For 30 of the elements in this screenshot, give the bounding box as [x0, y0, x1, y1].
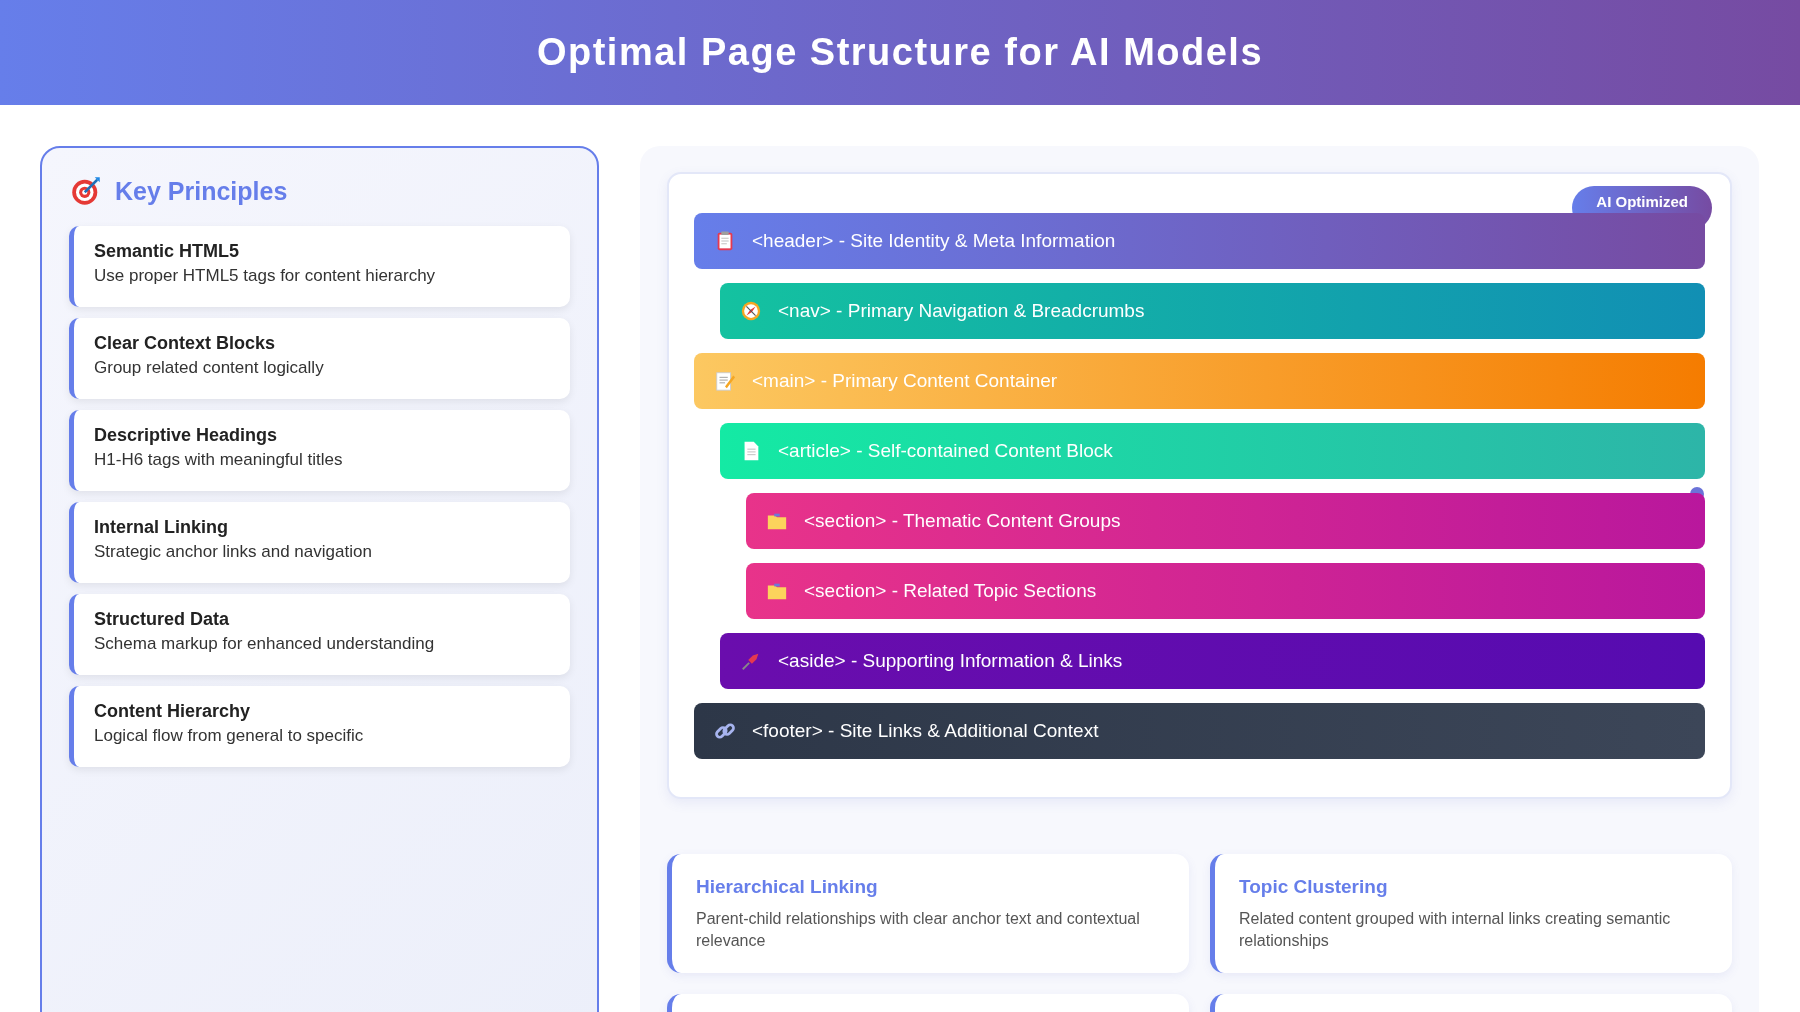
card-title: Hierarchical Linking — [696, 876, 879, 898]
card-text: Related content grouped with internal links creating semantic relationships — [1239, 909, 1672, 952]
principle-title: Semantic HTML5 — [94, 241, 241, 262]
principle-description: Logical flow from general to specific — [94, 726, 365, 746]
bar-label: <main> - Primary Content Container — [752, 370, 1058, 392]
memo-icon — [714, 370, 736, 392]
target-icon — [71, 176, 101, 206]
principle-title: Structured Data — [94, 609, 231, 630]
bar-label: <aside> - Supporting Information & Links — [778, 650, 1123, 672]
principle-title: Content Hierarchy — [94, 701, 252, 722]
bar-label: <nav> - Primary Navigation & Breadcrumbs — [778, 300, 1145, 322]
link-icon — [714, 720, 736, 742]
principle-title: Descriptive Headings — [94, 425, 279, 446]
principle-description: Group related content logically — [94, 358, 325, 378]
principle-description: H1-H6 tags with meaningful titles — [94, 450, 344, 470]
compass-icon — [740, 300, 762, 322]
bar-label: <section> - Related Topic Sections — [804, 580, 1097, 602]
principle-description: Strategic anchor links and navigation — [94, 542, 373, 562]
principle-title: Internal Linking — [94, 517, 229, 538]
principle-description: Schema markup for enhanced understanding — [94, 634, 436, 654]
bar-label: <footer> - Site Links & Additional Context — [752, 720, 1099, 742]
bar-label: <header> - Site Identity & Meta Information — [752, 230, 1116, 252]
principle-title: Clear Context Blocks — [94, 333, 277, 354]
bar-label: <article> - Self-contained Content Block — [778, 440, 1113, 462]
card-title: Topic Clustering — [1239, 876, 1389, 898]
panel-heading: Key Principles — [115, 176, 288, 206]
principle-description: Use proper HTML5 tags for content hierarchy — [94, 266, 437, 286]
page-title: Optimal Page Structure for AI Models — [536, 31, 1264, 74]
bar-label: <section> - Thematic Content Groups — [804, 510, 1121, 532]
card-text: Parent-child relationships with clear anchor text and contextual relevance — [696, 909, 1141, 952]
